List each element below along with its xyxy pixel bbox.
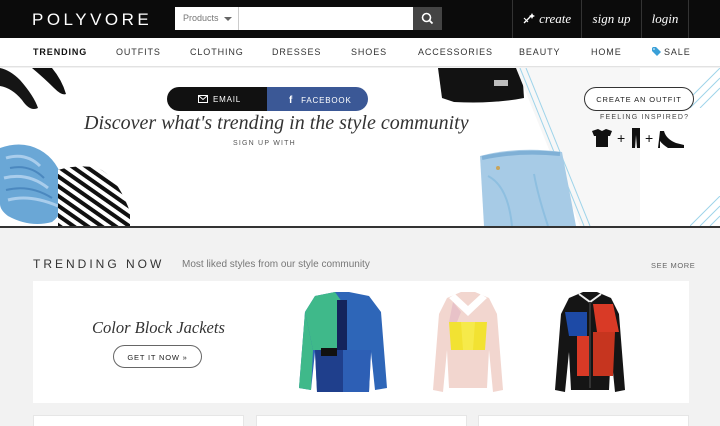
top-bar: POLYVORE Products create sign up login [0,0,720,38]
trending-card-2[interactable] [33,415,244,426]
get-it-now-button[interactable]: GET IT NOW » [113,345,202,368]
color-block-jacket-2-image[interactable] [431,292,505,394]
search-category-select[interactable]: Products [175,7,239,30]
nav-item-shoes[interactable]: SHOES [351,47,387,57]
sign-up-button[interactable]: sign up [581,0,641,38]
email-label: EMAIL [213,95,242,104]
facebook-signup-button[interactable]: f FACEBOOK [267,87,368,111]
create-label: create [539,11,572,26]
svg-text:+: + [645,130,653,146]
hero-divider [0,226,720,228]
login-button[interactable]: login [641,0,689,38]
see-more-link[interactable]: SEE MORE [651,261,695,270]
chevron-down-icon [224,17,232,21]
mail-icon [198,95,208,103]
email-signup-button[interactable]: EMAIL [167,87,267,111]
polyvore-logo[interactable]: POLYVORE [32,10,152,30]
nav-item-dresses[interactable]: DRESSES [272,47,321,57]
create-outfit-button[interactable]: CREATE AN OUTFIT [584,87,694,111]
corner-stripes-bottom [690,196,720,226]
create-button[interactable]: create [512,0,581,38]
outfit-formula-icon: + + [592,128,684,148]
svg-text:+: + [617,130,625,146]
nav-item-accessories[interactable]: ACCESSORIES [418,47,493,57]
nav-item-trending[interactable]: TRENDING [33,47,87,57]
search-category-label: Products [183,13,219,23]
trending-card-4[interactable] [478,415,689,426]
nav-item-home[interactable]: HOME [591,47,622,57]
nav-item-clothing[interactable]: CLOTHING [190,47,244,57]
facebook-icon: f [289,95,294,106]
trending-card-3[interactable] [256,415,467,426]
create-icon [523,13,535,24]
hero-title: Discover what's trending in the style co… [84,112,469,134]
black-shoes-image [0,68,66,109]
feeling-inspired-label: FEELING INSPIRED? [600,114,690,121]
sign-up-label: sign up [592,11,631,26]
sale-label: SALE [664,47,691,57]
feature-title[interactable]: Color Block Jackets [92,318,225,338]
login-label: login [651,11,679,26]
color-block-jacket-1-image[interactable] [297,292,387,396]
trending-now-subtitle: Most liked styles from our style communi… [182,259,370,270]
tag-icon [652,47,661,56]
blue-jeans-image [480,149,576,226]
search-button[interactable] [413,7,442,30]
nav-item-outfits[interactable]: OUTFITS [116,47,161,57]
color-block-jacket-3-image[interactable] [553,292,627,396]
striped-shirt-image [58,166,130,226]
category-nav: TRENDING OUTFITS CLOTHING DRESSES SHOES … [0,38,720,67]
search-icon [421,12,434,25]
trending-now-title: TRENDING NOW [33,257,165,271]
search-input[interactable] [239,7,413,30]
nav-item-sale[interactable]: SALE [652,47,691,57]
facebook-label: FACEBOOK [301,96,352,105]
nav-item-beauty[interactable]: BEAUTY [519,47,560,57]
sign-up-with-label: SIGN UP WITH [233,140,296,147]
